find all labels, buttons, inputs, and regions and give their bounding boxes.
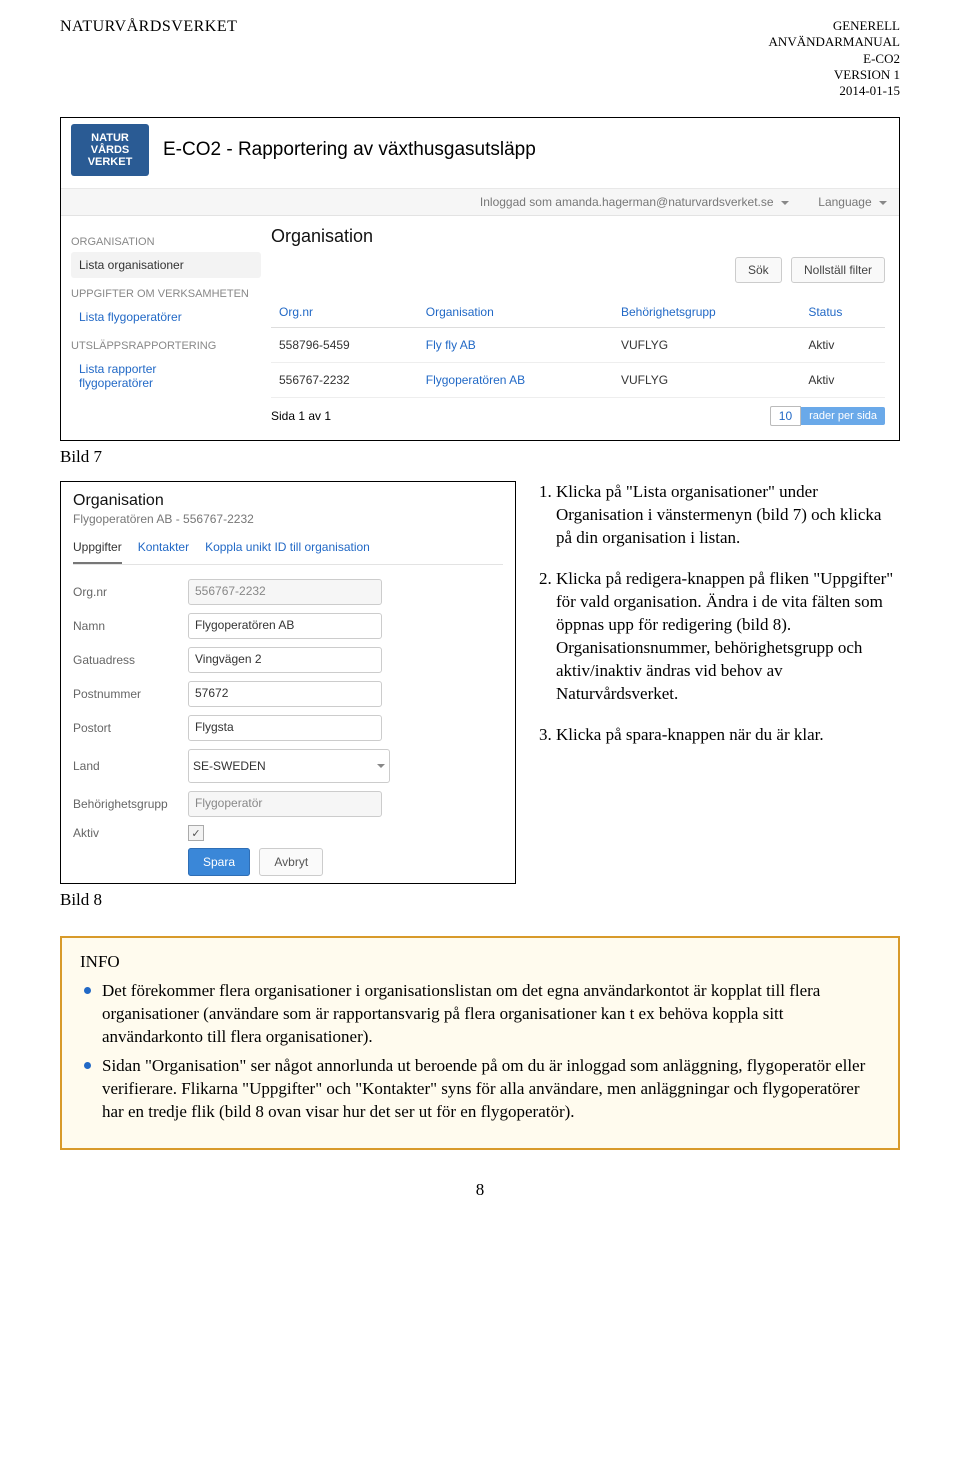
postnummer-field[interactable]: 57672 [188, 681, 382, 707]
chevron-down-icon [781, 201, 789, 205]
behorighet-field: Flygoperatör [188, 791, 382, 817]
org-subtitle: Flygoperatören AB - 556767-2232 [73, 512, 503, 526]
search-button[interactable]: Sök [735, 257, 782, 283]
instruction-list: Klicka på "Lista organisationer" under O… [536, 481, 900, 910]
postnummer-label: Postnummer [73, 687, 188, 701]
rows-per-page-input[interactable]: 10 [770, 406, 801, 426]
language-menu[interactable]: Language [818, 195, 887, 209]
col-orgnr[interactable]: Org.nr [271, 297, 418, 328]
table-row[interactable]: 556767-2232 Flygoperatören AB VUFLYG Akt… [271, 363, 885, 398]
sidebar-section: ORGANISATION [71, 236, 261, 248]
gatuadress-field[interactable]: Vingvägen 2 [188, 647, 382, 673]
namn-field[interactable]: Flygoperatören AB [188, 613, 382, 639]
doc-header-right: GENERELL ANVÄNDARMANUAL E-CO2 VERSION 1 … [769, 18, 900, 99]
nv-logo: NATUR VÅRDS VERKET [71, 124, 149, 176]
bild7-screenshot: NATUR VÅRDS VERKET E-CO2 - Rapportering … [60, 117, 900, 441]
org-link[interactable]: Flygoperatören AB [418, 363, 613, 398]
page-title: Organisation [271, 226, 885, 247]
tab-uppgifter[interactable]: Uppgifter [73, 536, 122, 564]
col-status[interactable]: Status [800, 297, 885, 328]
chevron-down-icon [879, 201, 887, 205]
land-select[interactable]: SE-SWEDEN [188, 749, 390, 783]
behorighet-label: Behörighetsgrupp [73, 797, 188, 811]
postort-field[interactable]: Flygsta [188, 715, 382, 741]
sidebar-item-lista-flygoperatorer[interactable]: Lista flygoperatörer [71, 304, 261, 330]
cancel-button[interactable]: Avbryt [259, 848, 323, 876]
table-row[interactable]: 558796-5459 Fly fly AB VUFLYG Aktiv [271, 328, 885, 363]
col-organisation[interactable]: Organisation [418, 297, 613, 328]
save-button[interactable]: Spara [188, 848, 250, 876]
hdr-line: ANVÄNDARMANUAL [769, 34, 900, 50]
chevron-down-icon [377, 764, 385, 768]
info-title: INFO [80, 952, 880, 972]
aktiv-checkbox: ✓ [188, 825, 204, 841]
hdr-line: GENERELL [769, 18, 900, 34]
land-label: Land [73, 759, 188, 773]
aktiv-label: Aktiv [73, 826, 188, 840]
instruction-3: Klicka på spara-knappen när du är klar. [556, 724, 900, 747]
sidebar-item-lista-rapporter[interactable]: Lista rapporter [71, 356, 261, 376]
info-bullet: Sidan "Organisation" ser något annorlund… [80, 1055, 880, 1124]
page-title: Organisation [73, 492, 503, 510]
info-bullet: Det förekommer flera organisationer i or… [80, 980, 880, 1049]
organisation-table: Org.nr Organisation Behörighetsgrupp Sta… [271, 297, 885, 398]
tab-kontakter[interactable]: Kontakter [138, 536, 189, 564]
app-title: E-CO2 - Rapportering av växthusgasutsläp… [163, 124, 536, 176]
orgnr-label: Org.nr [73, 585, 188, 599]
doc-header-left: NATURVÅRDSVERKET [60, 18, 237, 36]
orgnr-field: 556767-2232 [188, 579, 382, 605]
sidebar-section: UTSLÄPPSRAPPORTERING [71, 340, 261, 352]
hdr-line: VERSION 1 [769, 67, 900, 83]
bild8-caption: Bild 8 [60, 890, 516, 910]
hdr-line: 2014-01-15 [769, 83, 900, 99]
logged-in-menu[interactable]: Inloggad som amanda.hagerman@naturvardsv… [480, 195, 789, 209]
page-number: 8 [60, 1180, 900, 1200]
namn-label: Namn [73, 619, 188, 633]
instruction-1: Klicka på "Lista organisationer" under O… [556, 481, 900, 550]
sidebar-item-lista-organisationer[interactable]: Lista organisationer [71, 252, 261, 278]
bild7-caption: Bild 7 [60, 447, 900, 467]
info-box: INFO Det förekommer flera organisationer… [60, 936, 900, 1150]
postort-label: Postort [73, 721, 188, 735]
gatuadress-label: Gatuadress [73, 653, 188, 667]
sidebar-section: UPPGIFTER OM VERKSAMHETEN [71, 288, 261, 300]
bild8-screenshot: Organisation Flygoperatören AB - 556767-… [60, 481, 516, 884]
instruction-2: Klicka på redigera-knappen på fliken "Up… [556, 568, 900, 706]
org-link[interactable]: Fly fly AB [418, 328, 613, 363]
sidebar-item-flygoperatorer[interactable]: flygoperatörer [71, 376, 261, 396]
col-behorighetsgrupp[interactable]: Behörighetsgrupp [613, 297, 800, 328]
tab-koppla-id[interactable]: Koppla unikt ID till organisation [205, 536, 370, 564]
reset-filter-button[interactable]: Nollställ filter [791, 257, 885, 283]
rows-per-page-label: rader per sida [801, 407, 885, 425]
hdr-line: E-CO2 [769, 51, 900, 67]
sidebar: ORGANISATION Lista organisationer UPPGIF… [61, 216, 271, 440]
pager-left: Sida 1 av 1 [271, 409, 331, 423]
